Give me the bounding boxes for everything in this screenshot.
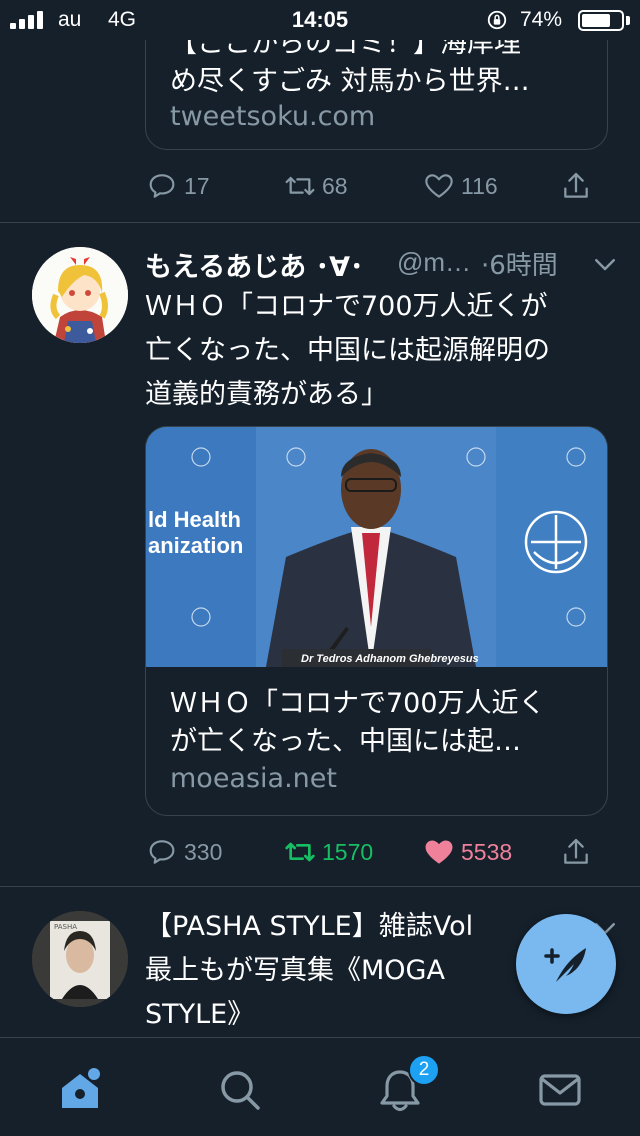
like-count: 5538 <box>461 838 513 865</box>
reply-count: 330 <box>184 838 223 865</box>
backdrop-text: ld Health anization <box>148 507 244 558</box>
tweet-text: 【PASHA STYLE】雑誌Vol 最上もが写真集《MOGA STYLE》 <box>145 911 474 1030</box>
feather-plus-icon <box>544 948 586 982</box>
mail-icon <box>539 1074 581 1106</box>
share-button[interactable] <box>560 166 592 206</box>
avatar[interactable]: PASHA <box>32 911 128 1007</box>
tweet-time[interactable]: ·6時間 <box>481 245 558 282</box>
heart-filled-icon <box>425 840 453 864</box>
author-name[interactable]: もえるあじあ ･∀･ <box>145 245 364 284</box>
card-title: ＷＨＯ「コロナで700万人近く が亡くなった、中国には起… <box>170 688 546 757</box>
card-domain: tweetsoku.com <box>170 101 376 132</box>
avatar-photo: PASHA <box>32 911 128 1007</box>
heart-icon <box>425 174 453 198</box>
card-domain: moeasia.net <box>170 763 337 794</box>
orientation-lock-icon <box>487 10 507 30</box>
nav-home[interactable] <box>56 1066 104 1114</box>
battery-fill <box>582 14 611 27</box>
share-icon <box>564 172 588 198</box>
reply-button[interactable]: 17 <box>146 166 210 206</box>
status-bar: au 4G 14:05 74% <box>0 0 640 40</box>
nav-search[interactable] <box>216 1066 264 1114</box>
like-button[interactable]: 116 <box>423 166 498 206</box>
tweet-header: もえるあじあ ･∀･ @m… ·6時間 <box>145 245 620 285</box>
battery-icon <box>578 10 624 31</box>
retweet-button[interactable]: 68 <box>284 166 348 206</box>
reply-count: 17 <box>184 172 210 199</box>
svg-text:PASHA: PASHA <box>54 923 77 931</box>
chevron-down-icon[interactable] <box>590 249 620 279</box>
nav-messages[interactable] <box>536 1066 584 1114</box>
battery-percent: 74% <box>520 8 563 31</box>
avatar-illustration <box>32 247 128 343</box>
search-icon <box>221 1071 260 1110</box>
image-caption: Dr Tedros Adhanom Ghebreyesus <box>301 653 479 665</box>
reply-icon <box>149 840 175 864</box>
card-image: ld Health anization Dr Tedros Adhanom Gh… <box>146 427 607 667</box>
tweet-text: ＷＨＯ「コロナで700万人近くが 亡くなった、中国には起源解明の 道義的責務があ… <box>145 291 550 410</box>
home-icon <box>62 1068 100 1108</box>
retweet-count: 1570 <box>322 838 374 865</box>
notifications-badge: 2 <box>408 1054 440 1086</box>
retweet-count: 68 <box>322 172 348 199</box>
like-button[interactable]: 5538 <box>423 832 512 872</box>
tweet-actions: 330 1570 5538 <box>0 832 640 872</box>
tweet-actions: 17 68 116 <box>0 166 640 206</box>
reply-icon <box>149 174 175 198</box>
link-card[interactable]: ld Health anization Dr Tedros Adhanom Gh… <box>145 426 608 816</box>
bottom-navigation: 2 <box>0 1037 640 1136</box>
like-count: 116 <box>461 172 498 199</box>
compose-tweet-button[interactable] <box>516 914 616 1014</box>
retweet-button[interactable]: 1570 <box>284 832 373 872</box>
retweet-icon <box>285 176 315 196</box>
battery-tip <box>626 16 630 25</box>
share-button[interactable] <box>560 832 592 872</box>
retweet-icon <box>285 842 315 862</box>
reply-button[interactable]: 330 <box>146 832 222 872</box>
avatar[interactable] <box>32 247 128 343</box>
share-icon <box>564 838 588 864</box>
author-handle[interactable]: @m… <box>397 247 471 278</box>
tweet-2[interactable]: もえるあじあ ･∀･ @m… ·6時間 ＷＨＯ「コロナで700万人近くが 亡くな… <box>0 223 640 886</box>
